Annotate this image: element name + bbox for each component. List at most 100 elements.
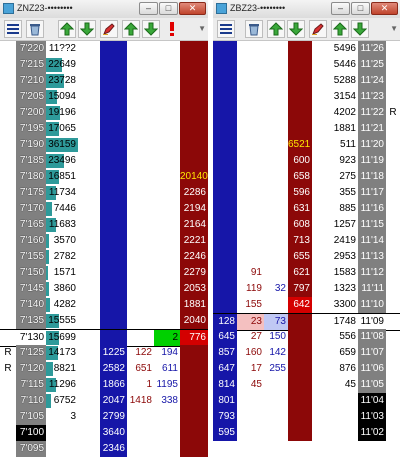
buy-volume-cell[interactable] <box>237 41 264 57</box>
sell-volume-cell[interactable] <box>154 281 180 297</box>
price-cell[interactable]: 11'09 <box>358 314 386 330</box>
sell-volume-cell[interactable]: 255 <box>264 361 288 377</box>
price-cell[interactable]: 7'215 <box>16 57 46 73</box>
ask-cell[interactable] <box>288 121 312 137</box>
ask-cell[interactable]: 776 <box>180 330 208 346</box>
price-cell[interactable]: 7'125 <box>16 345 46 361</box>
ask-cell[interactable] <box>288 345 312 361</box>
center-ladder-icon[interactable] <box>4 20 22 38</box>
sell-volume-cell[interactable] <box>154 105 180 121</box>
sell-volume-cell[interactable] <box>264 377 288 393</box>
bid-cell[interactable] <box>213 281 237 297</box>
price-cell[interactable]: 7'095 <box>16 441 46 457</box>
ask-cell[interactable]: 2164 <box>180 217 208 233</box>
price-cell[interactable]: 7'100 <box>16 425 46 441</box>
ask-cell[interactable] <box>288 105 312 121</box>
ask-cell[interactable]: 596 <box>288 185 312 201</box>
bid-cell[interactable] <box>213 297 237 313</box>
buy-volume-cell[interactable] <box>237 57 264 73</box>
sell-volume-cell[interactable] <box>154 249 180 265</box>
scroll-down-icon[interactable] <box>287 20 305 38</box>
price-cell[interactable]: 7'195 <box>16 121 46 137</box>
alert-icon[interactable] <box>164 20 182 38</box>
ask-cell[interactable]: 2286 <box>180 185 208 201</box>
buy-volume-cell[interactable]: 160 <box>237 345 264 361</box>
price-cell[interactable]: 11'16 <box>358 201 386 217</box>
ask-cell[interactable] <box>180 105 208 121</box>
buy-volume-cell[interactable] <box>127 89 154 105</box>
price-cell[interactable]: 7'205 <box>16 89 46 105</box>
scroll-up-icon[interactable] <box>267 20 285 38</box>
bid-cell[interactable] <box>213 233 237 249</box>
bid-cell[interactable]: 647 <box>213 361 237 377</box>
buy-volume-cell[interactable] <box>127 57 154 73</box>
ask-cell[interactable] <box>288 73 312 89</box>
bid-cell[interactable] <box>213 185 237 201</box>
scroll-down-icon[interactable] <box>142 20 160 38</box>
ask-cell[interactable] <box>288 314 312 330</box>
bid-cell[interactable] <box>213 73 237 89</box>
bid-cell[interactable]: 1225 <box>100 345 127 361</box>
buy-volume-cell[interactable] <box>237 201 264 217</box>
ask-cell[interactable] <box>180 153 208 169</box>
chevron-down-icon[interactable]: ▼ <box>198 24 206 33</box>
price-cell[interactable]: 7'150 <box>16 265 46 281</box>
ask-cell[interactable]: 6521 <box>288 137 312 153</box>
price-cell[interactable]: 7'130 <box>16 330 46 346</box>
price-cell[interactable]: 11'15 <box>358 217 386 233</box>
bid-cell[interactable] <box>213 89 237 105</box>
price-cell[interactable]: 7'190 <box>16 137 46 153</box>
ask-cell[interactable]: 608 <box>288 217 312 233</box>
sell-volume-cell[interactable] <box>154 169 180 185</box>
buy-volume-cell[interactable] <box>237 425 264 441</box>
bid-cell[interactable]: 2346 <box>100 441 127 457</box>
bid-cell[interactable]: 814 <box>213 377 237 393</box>
sell-volume-cell[interactable] <box>154 153 180 169</box>
ask-cell[interactable] <box>288 41 312 57</box>
sell-volume-cell[interactable] <box>154 41 180 57</box>
ask-cell[interactable] <box>288 57 312 73</box>
sell-volume-cell[interactable] <box>154 73 180 89</box>
price-cell[interactable]: 11'07 <box>358 345 386 361</box>
buy-volume-cell[interactable] <box>237 121 264 137</box>
price-cell[interactable]: 11'02 <box>358 425 386 441</box>
sell-volume-cell[interactable] <box>264 425 288 441</box>
buy-volume-cell[interactable] <box>237 169 264 185</box>
bid-cell[interactable]: 1866 <box>100 377 127 393</box>
buy-volume-cell[interactable]: 17 <box>237 361 264 377</box>
ask-cell[interactable] <box>180 425 208 441</box>
price-cell[interactable]: 7'180 <box>16 169 46 185</box>
bid-cell[interactable]: 2799 <box>100 409 127 425</box>
bid-cell[interactable] <box>213 153 237 169</box>
sell-volume-cell[interactable]: 150 <box>264 329 288 345</box>
bid-cell[interactable]: 128 <box>213 314 237 330</box>
price-cell[interactable]: 11'13 <box>358 249 386 265</box>
ask-cell[interactable] <box>180 73 208 89</box>
sell-volume-cell[interactable]: 611 <box>154 361 180 377</box>
ask-cell[interactable]: 713 <box>288 233 312 249</box>
buy-volume-cell[interactable] <box>237 393 264 409</box>
buy-volume-cell[interactable] <box>127 153 154 169</box>
sell-volume-cell[interactable] <box>154 441 180 457</box>
ask-cell[interactable]: 2053 <box>180 281 208 297</box>
sell-volume-cell[interactable]: 1195 <box>154 377 180 393</box>
bid-cell[interactable] <box>100 137 127 153</box>
price-cell[interactable]: 7'220 <box>16 41 46 57</box>
sell-volume-cell[interactable] <box>264 409 288 425</box>
price-cell[interactable]: 7'165 <box>16 217 46 233</box>
sell-volume-cell[interactable]: 2 <box>154 330 180 346</box>
price-cell[interactable]: 11'11 <box>358 281 386 297</box>
sell-volume-cell[interactable] <box>264 217 288 233</box>
buy-volume-cell[interactable] <box>127 137 154 153</box>
buy-volume-cell[interactable] <box>127 313 154 329</box>
buy-volume-cell[interactable] <box>127 169 154 185</box>
price-cell[interactable]: 7'145 <box>16 281 46 297</box>
close-button[interactable]: ✕ <box>179 2 206 15</box>
price-cell[interactable]: 11'06 <box>358 361 386 377</box>
sell-volume-cell[interactable]: 194 <box>154 345 180 361</box>
price-cell[interactable]: 11'08 <box>358 329 386 345</box>
price-cell[interactable]: 7'135 <box>16 313 46 329</box>
sell-volume-cell[interactable] <box>154 185 180 201</box>
bid-cell[interactable] <box>100 153 127 169</box>
ask-cell[interactable]: 2279 <box>180 265 208 281</box>
